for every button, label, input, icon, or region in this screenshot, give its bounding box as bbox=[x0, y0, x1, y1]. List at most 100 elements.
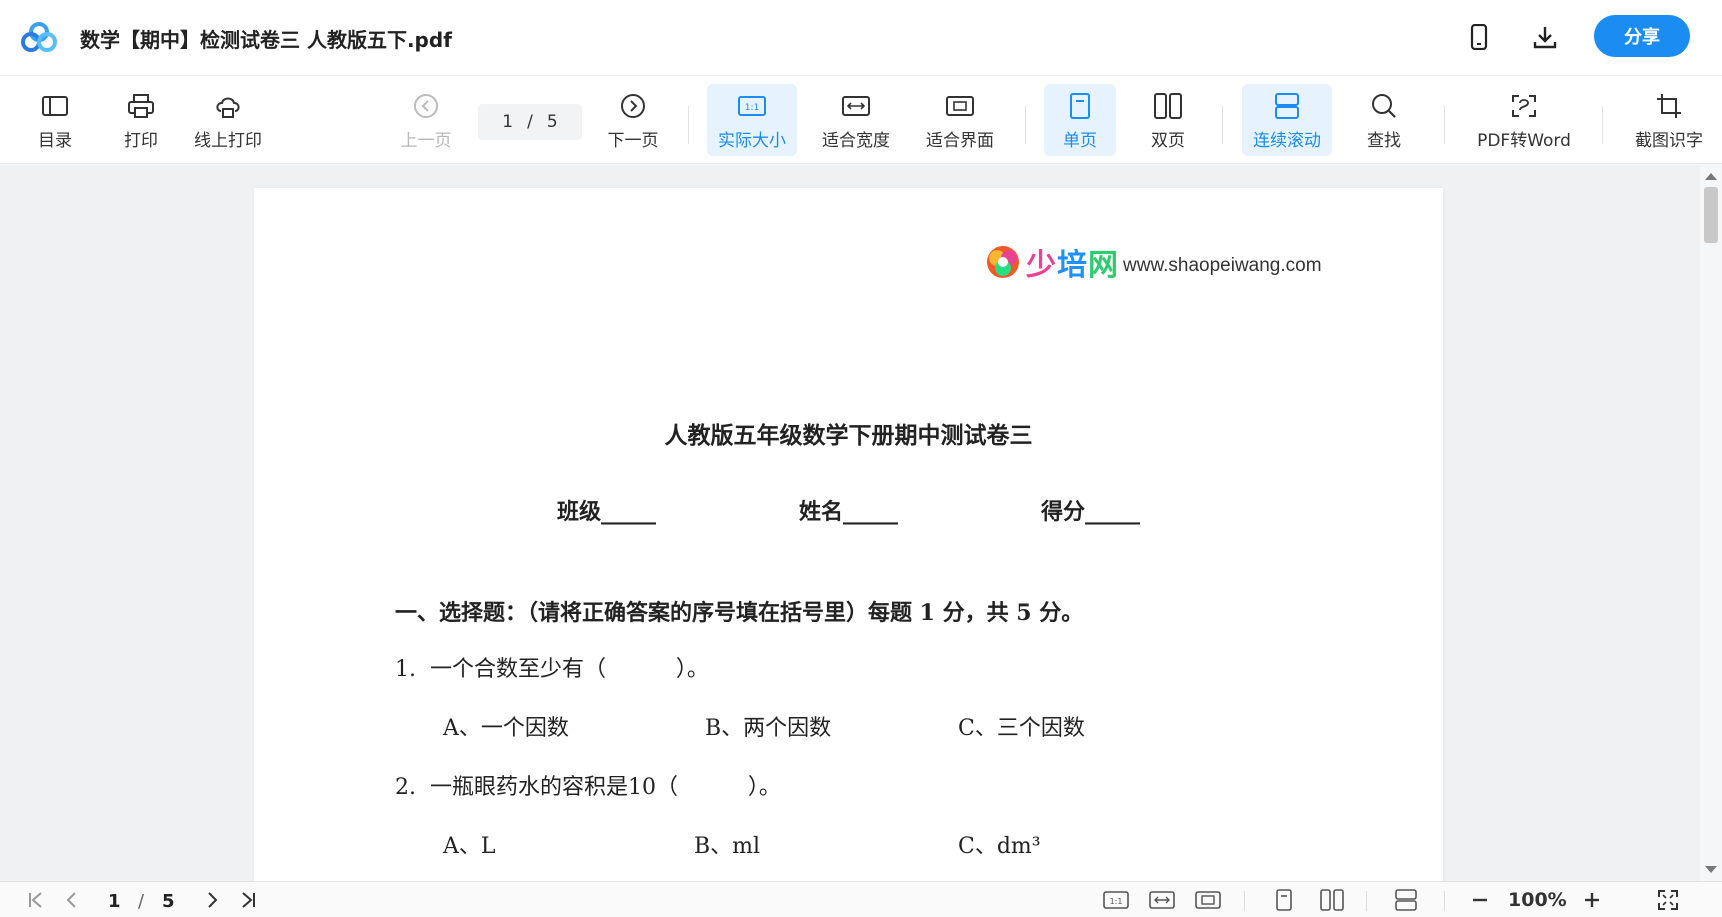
document-title: 数学【期中】检测试卷三 人教版五下.pdf bbox=[80, 28, 452, 52]
prev-page-button[interactable]: 上一页 bbox=[398, 84, 454, 156]
continuous-scroll-button[interactable]: 连续滚动 bbox=[1242, 84, 1332, 156]
print-label: 打印 bbox=[124, 130, 158, 151]
status-fit-window-icon[interactable] bbox=[1194, 888, 1222, 912]
question-1: 1. 一个合数至少有（ ）。 bbox=[395, 657, 709, 682]
pdf-page: 少培网 www.shaopeiwang.com 人教版五年级数学下册期中测试卷三… bbox=[254, 188, 1443, 881]
double-page-button[interactable]: 双页 bbox=[1132, 84, 1204, 156]
svg-text:1:1: 1:1 bbox=[1110, 897, 1123, 906]
page-separator: / bbox=[527, 112, 533, 132]
section-heading: 一、选择题：（请将正确答案的序号填在括号里）每题 1 分，共 5 分。 bbox=[395, 600, 1084, 626]
online-print-button[interactable]: 线上打印 bbox=[188, 84, 268, 156]
find-button[interactable]: 查找 bbox=[1356, 84, 1412, 156]
q2-option-b: B、ml bbox=[694, 834, 761, 859]
fit-window-label: 适合界面 bbox=[926, 130, 994, 151]
pdf-to-word-button[interactable]: PDF转Word bbox=[1474, 84, 1574, 156]
search-icon bbox=[1368, 90, 1400, 122]
scrollbar-thumb[interactable] bbox=[1704, 187, 1718, 243]
toolbar-divider bbox=[688, 106, 689, 144]
title-bar: 数学【期中】检测试卷三 人教版五下.pdf 分享 bbox=[0, 0, 1722, 76]
status-divider bbox=[1366, 891, 1367, 911]
paper-title: 人教版五年级数学下册期中测试卷三 bbox=[664, 422, 1033, 449]
screenshot-ocr-label: 截图识字 bbox=[1635, 130, 1703, 151]
actual-size-icon: 1:1 bbox=[736, 90, 768, 122]
online-print-label: 线上打印 bbox=[194, 130, 262, 151]
find-label: 查找 bbox=[1367, 130, 1401, 151]
page-total: 5 bbox=[546, 112, 558, 132]
q1-option-a: A、一个因数 bbox=[443, 716, 569, 741]
toc-label: 目录 bbox=[38, 130, 72, 151]
status-single-page-icon[interactable] bbox=[1272, 888, 1296, 912]
toolbar-divider bbox=[1444, 106, 1445, 144]
watermark: 少培网 www.shaopeiwang.com bbox=[984, 240, 1322, 284]
status-page-current: 1 bbox=[108, 891, 121, 912]
single-page-button[interactable]: 单页 bbox=[1044, 84, 1116, 156]
watermark-brand: 少培网 bbox=[1026, 248, 1119, 283]
q1-option-c: C、三个因数 bbox=[958, 716, 1085, 741]
status-page-separator: / bbox=[138, 891, 145, 912]
prev-page-label: 上一页 bbox=[400, 130, 452, 151]
fit-window-icon bbox=[944, 90, 976, 122]
continuous-scroll-label: 连续滚动 bbox=[1253, 130, 1321, 151]
actual-size-label: 实际大小 bbox=[718, 130, 786, 151]
screenshot-ocr-button[interactable]: 截图识字 bbox=[1628, 84, 1710, 156]
last-page-icon[interactable] bbox=[236, 888, 260, 912]
fullscreen-icon[interactable] bbox=[1654, 888, 1682, 912]
next-page-icon[interactable] bbox=[200, 888, 224, 912]
toolbar-divider bbox=[1602, 106, 1603, 144]
document-viewport[interactable]: 少培网 www.shaopeiwang.com 人教版五年级数学下册期中测试卷三… bbox=[0, 165, 1700, 881]
cloud-print-icon bbox=[212, 90, 244, 122]
double-page-label: 双页 bbox=[1151, 130, 1185, 151]
viewer-toolbar: 目录 打印 线上打印 上一页 1 / 5 下一页 1:1 实际大小 适合宽度 适… bbox=[0, 76, 1722, 164]
fit-window-button[interactable]: 适合界面 bbox=[918, 84, 1002, 156]
scroll-up-arrow-icon[interactable] bbox=[1705, 173, 1717, 180]
circle-left-icon bbox=[410, 90, 442, 122]
page-current: 1 bbox=[502, 112, 514, 132]
circle-right-icon bbox=[617, 90, 649, 122]
svg-text:1:1: 1:1 bbox=[745, 103, 759, 113]
continuous-scroll-icon bbox=[1271, 90, 1303, 122]
fit-width-icon bbox=[840, 90, 872, 122]
download-icon[interactable] bbox=[1530, 22, 1560, 52]
student-info-line: 班级_____ 姓名_____ 得分_____ bbox=[557, 499, 1140, 525]
next-page-button[interactable]: 下一页 bbox=[604, 84, 662, 156]
crop-icon bbox=[1653, 90, 1685, 122]
page-indicator[interactable]: 1 / 5 bbox=[478, 104, 582, 140]
watermark-logo-icon bbox=[987, 246, 1019, 278]
actual-size-button[interactable]: 1:1 实际大小 bbox=[707, 84, 797, 156]
status-divider bbox=[1244, 891, 1245, 911]
q2-option-a: A、L bbox=[443, 834, 496, 859]
toolbar-divider bbox=[1025, 106, 1026, 144]
question-2: 2. 一瓶眼药水的容积是10（ ）。 bbox=[395, 775, 781, 800]
status-fit-width-icon[interactable] bbox=[1148, 888, 1176, 912]
fit-width-label: 适合宽度 bbox=[822, 130, 890, 151]
scroll-down-arrow-icon[interactable] bbox=[1705, 866, 1717, 873]
vertical-scrollbar[interactable] bbox=[1700, 165, 1722, 881]
toc-button[interactable]: 目录 bbox=[30, 84, 80, 156]
status-bar: 1 / 5 1:1 100% bbox=[0, 881, 1722, 917]
status-page-total: 5 bbox=[162, 891, 175, 912]
zoom-out-icon[interactable] bbox=[1468, 888, 1492, 912]
double-page-icon bbox=[1152, 90, 1184, 122]
q2-option-c: C、dm³ bbox=[958, 834, 1041, 859]
status-double-page-icon[interactable] bbox=[1318, 888, 1346, 912]
phone-icon[interactable] bbox=[1464, 22, 1494, 52]
prev-page-icon[interactable] bbox=[60, 888, 84, 912]
toc-icon bbox=[39, 90, 71, 122]
first-page-icon[interactable] bbox=[24, 888, 48, 912]
q1-option-b: B、两个因数 bbox=[705, 716, 832, 741]
zoom-in-icon[interactable] bbox=[1580, 888, 1604, 912]
pdf-to-word-label: PDF转Word bbox=[1477, 130, 1571, 151]
toolbar-divider bbox=[1222, 106, 1223, 144]
app-logo-icon bbox=[21, 22, 57, 52]
printer-icon bbox=[125, 90, 157, 122]
zoom-level: 100% bbox=[1508, 889, 1567, 911]
share-button[interactable]: 分享 bbox=[1594, 15, 1690, 57]
convert-icon bbox=[1508, 90, 1540, 122]
status-divider bbox=[1444, 891, 1445, 911]
status-continuous-scroll-icon[interactable] bbox=[1392, 888, 1420, 912]
single-page-label: 单页 bbox=[1063, 130, 1097, 151]
next-page-label: 下一页 bbox=[607, 130, 659, 151]
status-actual-size-icon[interactable]: 1:1 bbox=[1102, 888, 1130, 912]
print-button[interactable]: 打印 bbox=[116, 84, 166, 156]
fit-width-button[interactable]: 适合宽度 bbox=[814, 84, 898, 156]
